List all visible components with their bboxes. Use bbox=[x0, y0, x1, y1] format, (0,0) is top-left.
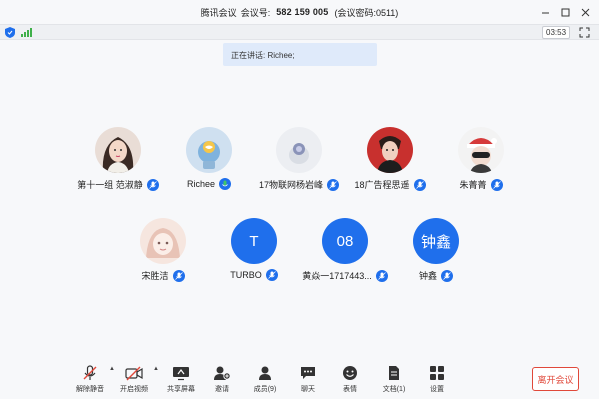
start-video-label: 开启视频 bbox=[120, 386, 148, 393]
mic-icon bbox=[441, 269, 453, 282]
documents-label: 文档(1) bbox=[382, 386, 406, 393]
app-name: 腾讯会议 bbox=[200, 7, 237, 18]
meeting-toolbar: 解除静音 ▲ 开启视频 ▲ 共享屏幕 邀请 成员(9) 聊天 表情 文档(1) … bbox=[0, 358, 599, 399]
settings-label: 设置 bbox=[430, 386, 444, 393]
meeting-id-label: 会议号: bbox=[240, 7, 271, 18]
share-screen-label: 共享屏幕 bbox=[167, 386, 195, 393]
avatar bbox=[140, 218, 186, 264]
apps-grid-icon bbox=[430, 366, 444, 380]
status-bar: 03:53 bbox=[0, 24, 599, 40]
leave-meeting-button[interactable]: 离开会议 bbox=[532, 367, 579, 391]
participant-name: 钟鑫 bbox=[418, 271, 437, 281]
participant-name: 17物联网杨岩峰 bbox=[258, 180, 323, 190]
documents-button[interactable]: 文档(1) bbox=[374, 365, 414, 397]
video-options-chevron-icon[interactable]: ▲ bbox=[153, 366, 159, 372]
meeting-timer: 03:53 bbox=[542, 26, 571, 39]
share-screen-icon bbox=[173, 367, 189, 381]
emoji-label: 表情 bbox=[343, 386, 357, 393]
mic-icon bbox=[413, 178, 426, 191]
participant-name: 第十一组 范淑静 bbox=[77, 180, 143, 190]
signal-icon[interactable] bbox=[21, 28, 32, 37]
members-button[interactable]: 成员(9) bbox=[245, 365, 285, 397]
mic-icon bbox=[172, 269, 185, 282]
mic-icon bbox=[490, 178, 503, 191]
emoji-button[interactable]: 表情 bbox=[330, 365, 370, 397]
close-icon[interactable] bbox=[577, 4, 593, 20]
chat-button[interactable]: 聊天 bbox=[288, 365, 328, 397]
avatar bbox=[367, 127, 413, 173]
avatar: 08 bbox=[322, 218, 368, 264]
avatar bbox=[186, 127, 232, 173]
participant-label: 朱菁菁 bbox=[426, 178, 536, 191]
meeting-password: (会议密码:0511) bbox=[334, 7, 399, 18]
fullscreen-icon[interactable] bbox=[579, 27, 590, 38]
participant-name: 朱菁菁 bbox=[459, 180, 487, 190]
participant-name: 18广告程思遥 bbox=[354, 180, 410, 190]
minimize-icon[interactable] bbox=[537, 4, 553, 20]
avatar bbox=[276, 127, 322, 173]
avatar bbox=[95, 127, 141, 173]
mic-icon bbox=[265, 269, 278, 281]
chat-icon bbox=[301, 367, 315, 379]
participant-tile[interactable]: 朱菁菁 bbox=[426, 127, 536, 201]
smiley-icon bbox=[343, 366, 357, 380]
avatar: T bbox=[231, 218, 277, 264]
unmute-button[interactable]: 解除静音 bbox=[70, 365, 110, 397]
start-video-button[interactable]: 开启视频 bbox=[114, 365, 154, 397]
chat-label: 聊天 bbox=[301, 386, 315, 393]
avatar bbox=[458, 127, 504, 173]
unmute-label: 解除静音 bbox=[76, 386, 104, 393]
title-bar: 腾讯会议 会议号: 582 159 005 (会议密码:0511) bbox=[0, 0, 599, 24]
invite-label: 邀请 bbox=[215, 386, 229, 393]
members-label: 成员(9) bbox=[253, 386, 277, 393]
mic-muted-icon bbox=[83, 365, 97, 380]
avatar: 钟鑫 bbox=[413, 218, 459, 264]
speaking-banner: 正在讲话: Richee; bbox=[223, 43, 377, 66]
participant-name: Richee bbox=[186, 179, 215, 189]
participant-name: 宋胜洁 bbox=[141, 271, 169, 281]
participant-name: TURBO bbox=[230, 270, 262, 280]
shield-icon[interactable] bbox=[5, 27, 15, 38]
invite-button[interactable]: 邀请 bbox=[202, 365, 242, 397]
add-user-icon bbox=[214, 366, 231, 380]
mic-active-icon bbox=[219, 178, 231, 190]
participant-label: 钟鑫 bbox=[381, 269, 491, 282]
participant-name: 黄焱一1717443... bbox=[302, 271, 372, 281]
camera-off-icon bbox=[125, 366, 143, 381]
settings-button[interactable]: 设置 bbox=[417, 365, 457, 397]
document-icon bbox=[389, 366, 399, 380]
share-screen-button[interactable]: 共享屏幕 bbox=[161, 365, 201, 397]
participant-tile[interactable]: 钟鑫 钟鑫 bbox=[381, 218, 491, 292]
maximize-icon[interactable] bbox=[557, 4, 573, 20]
members-icon bbox=[259, 366, 271, 380]
meeting-id: 582 159 005 bbox=[276, 7, 329, 17]
